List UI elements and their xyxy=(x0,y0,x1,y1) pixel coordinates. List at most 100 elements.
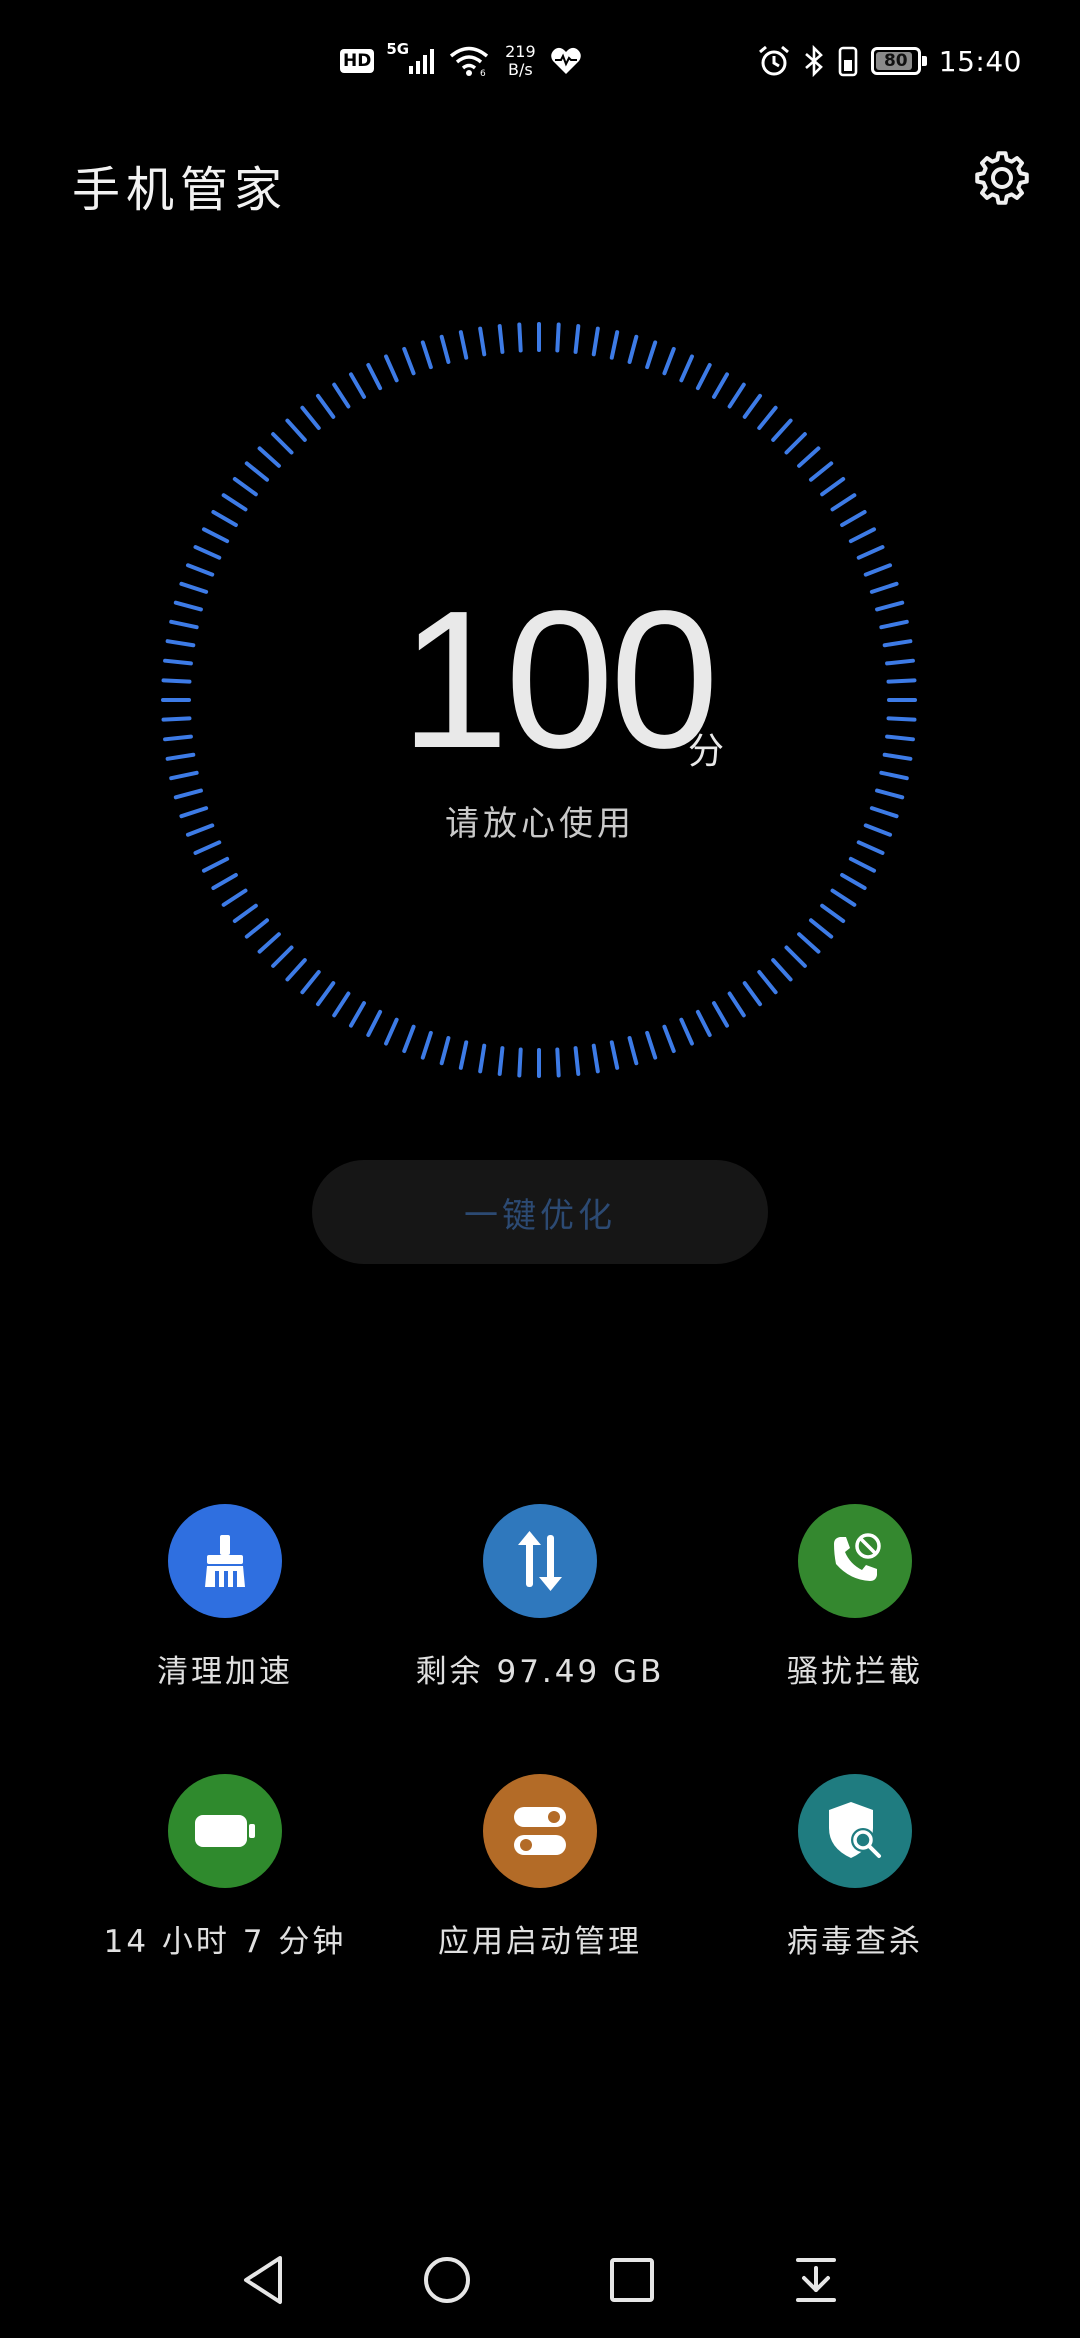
score-ring-tick xyxy=(402,1024,416,1054)
score-ring-tick xyxy=(271,432,294,455)
feature-harassment-block-label: 骚扰拦截 xyxy=(787,1654,923,1690)
score-ring-tick xyxy=(886,716,917,722)
feature-cleanup[interactable]: 清理加速 xyxy=(65,1504,385,1691)
score-ring-tick xyxy=(645,1030,658,1060)
score-ring-tick xyxy=(285,418,307,442)
status-bar-left-indicators: HD 5G 6 219 B/s xyxy=(340,38,594,84)
feature-battery-label: 14 小时 7 分钟 xyxy=(103,1924,347,1960)
score-ring-tick xyxy=(193,545,222,560)
score-ring-tick xyxy=(679,1017,694,1046)
nav-home-button[interactable] xyxy=(407,2240,487,2320)
score-ring-tick xyxy=(244,461,269,482)
score-ring-tick xyxy=(517,1047,523,1078)
score-ring-tick xyxy=(727,991,746,1018)
score-ring-tick xyxy=(679,354,694,383)
feature-harassment-block[interactable]: 骚扰拦截 xyxy=(695,1504,1015,1691)
score-ring-tick xyxy=(863,563,893,577)
status-bar-time: 15:40 xyxy=(938,44,1022,78)
score-ring-tick xyxy=(169,770,199,781)
score-ring-tick xyxy=(555,322,561,353)
one-click-optimize-button[interactable]: 一键优化 xyxy=(312,1160,768,1264)
score-ring-tick xyxy=(784,945,807,968)
score-unit: 分 xyxy=(688,731,725,772)
score-ring-tick xyxy=(185,563,215,577)
feature-battery[interactable]: 14 小时 7 分钟 xyxy=(65,1774,385,1961)
score-ring-tick xyxy=(797,446,821,468)
score-ring-tick xyxy=(573,324,581,354)
score-ring-tick xyxy=(163,734,193,742)
nav-back-button[interactable] xyxy=(224,2240,304,2320)
score-ring-tick xyxy=(742,981,763,1007)
score-ring-tick xyxy=(757,970,778,995)
score-ring-tick xyxy=(848,856,877,873)
score-ring-tick xyxy=(727,382,746,409)
score-ring-tick xyxy=(366,362,383,391)
score-ring-tick xyxy=(875,600,905,612)
feature-app-launch-management[interactable]: 应用启动管理 xyxy=(380,1774,700,1961)
broom-icon xyxy=(205,1535,245,1587)
score-ring-tick xyxy=(742,393,763,419)
score-ring-tick xyxy=(439,1036,451,1066)
score-ring-tick xyxy=(315,981,336,1007)
score-ring-tick xyxy=(820,476,846,497)
score-ring-tick xyxy=(771,958,793,982)
feature-virus-scan-circle xyxy=(798,1774,912,1888)
score-ring-tick xyxy=(420,340,433,370)
score-ring-tick xyxy=(856,545,885,560)
transfer-arrows-icon xyxy=(518,1531,562,1591)
score-ring-tick xyxy=(439,334,451,364)
status-bar: HD 5G 6 219 B/s 80 15:40 xyxy=(0,0,1080,120)
nav-recents-button[interactable] xyxy=(592,2240,672,2320)
score-ring-tick xyxy=(232,476,258,497)
score-ring-tick xyxy=(885,734,915,742)
score-ring-tick xyxy=(886,678,917,684)
score-ring-tick xyxy=(201,856,230,873)
score-ring-tick xyxy=(349,372,366,399)
score-ring-tick xyxy=(163,658,193,666)
nav-notifications-button[interactable] xyxy=(776,2240,856,2320)
score-ring-tick xyxy=(609,330,620,360)
gear-icon xyxy=(975,151,1029,205)
back-triangle-icon xyxy=(244,2256,282,2304)
vibrate-battery-saver-icon xyxy=(837,44,859,78)
score-ring-tick xyxy=(478,1043,487,1074)
score-ring-tick xyxy=(366,1009,383,1038)
score-ring-tick xyxy=(257,932,281,954)
feature-harassment-block-circle xyxy=(798,1504,912,1618)
status-bar-right-indicators: 80 15:40 xyxy=(757,38,1022,84)
score-ring-tick xyxy=(820,903,846,924)
score-ring-tick xyxy=(517,322,523,353)
score-ring-tick xyxy=(244,918,269,939)
score-ring-tick xyxy=(201,527,230,544)
settings-button[interactable] xyxy=(970,146,1034,210)
svg-text:6: 6 xyxy=(480,69,486,77)
toggle-switch-icon xyxy=(514,1807,566,1855)
system-navigation-bar xyxy=(0,2240,1080,2320)
score-ring-tick xyxy=(840,873,867,890)
score-ring-tick xyxy=(882,752,913,761)
phone-block-icon xyxy=(834,1533,881,1581)
score-ring-tick xyxy=(232,903,258,924)
score-ring-tick xyxy=(555,1047,561,1078)
score-ring-tick xyxy=(384,354,399,383)
score-ring-tick xyxy=(771,418,793,442)
recents-square-icon xyxy=(610,2258,654,2302)
feature-storage-label: 剩余 97.49 GB xyxy=(415,1654,665,1690)
score-ring-tick xyxy=(169,619,199,630)
feature-storage-circle xyxy=(483,1504,597,1618)
score-ring-tick xyxy=(695,362,712,391)
score-ring-tick xyxy=(573,1046,581,1076)
score-ring-tick xyxy=(332,382,351,409)
feature-storage[interactable]: 剩余 97.49 GB xyxy=(380,1504,700,1691)
score-ring-tick xyxy=(695,1009,712,1038)
score-ring-tick xyxy=(830,888,857,907)
feature-virus-scan-label: 病毒查杀 xyxy=(787,1924,923,1960)
score-ring-tick xyxy=(271,945,294,968)
score-ring-tick xyxy=(173,600,203,612)
feature-virus-scan[interactable]: 病毒查杀 xyxy=(695,1774,1015,1961)
score-ring-tick xyxy=(879,770,909,781)
score-ring-tick xyxy=(478,326,487,357)
score-ring-tick xyxy=(627,334,639,364)
score-ring-tick xyxy=(161,678,192,684)
bluetooth-icon xyxy=(803,44,825,78)
